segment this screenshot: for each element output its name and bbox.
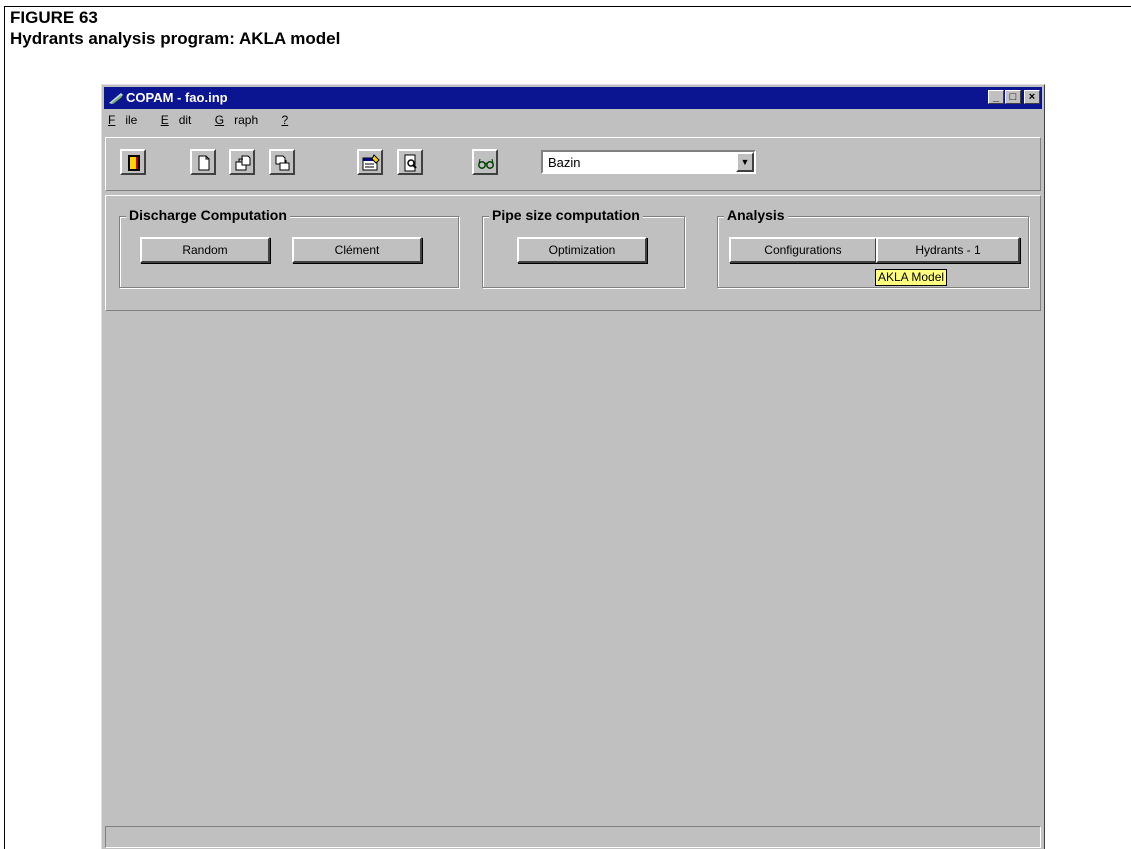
print-preview-icon (404, 154, 417, 172)
formula-select-value: Bazin (548, 155, 581, 170)
new-file-icon (198, 155, 210, 171)
optimization-button[interactable]: Optimization (517, 237, 647, 263)
configurations-button[interactable]: Configurations (729, 237, 877, 263)
random-button[interactable]: Random (140, 237, 270, 263)
minimize-button[interactable]: _ (988, 90, 1004, 104)
analysis-group: Analysis Configurations Hydrants - 1 AKL… (717, 207, 1029, 288)
clement-button[interactable]: Clément (292, 237, 422, 263)
window-title: COPAM - fao.inp (126, 90, 228, 105)
menu-help[interactable]: ? (281, 113, 308, 127)
akla-model-tooltip: AKLA Model (875, 269, 948, 286)
new-button[interactable] (190, 149, 216, 175)
title-bar[interactable]: COPAM - fao.inp _ □ × (104, 87, 1042, 109)
menu-file[interactable]: File (108, 113, 147, 127)
exit-icon (128, 155, 140, 171)
app-icon (109, 93, 123, 104)
discharge-group-title: Discharge Computation (126, 207, 290, 223)
chevron-down-icon[interactable]: ▼ (736, 152, 754, 172)
edit-data-button[interactable] (357, 149, 383, 175)
figure-number: FIGURE 63 (10, 8, 98, 27)
computation-panel: Discharge Computation Random Clément Pip… (105, 195, 1041, 311)
menu-graph[interactable]: Graph (215, 113, 268, 127)
app-window: COPAM - fao.inp _ □ × File Edit Graph ? (101, 84, 1045, 849)
pipe-size-group-title: Pipe size computation (489, 207, 643, 223)
view-results-button[interactable] (472, 149, 498, 175)
exit-button[interactable] (120, 149, 146, 175)
client-area (105, 313, 1041, 823)
open-button[interactable] (229, 149, 255, 175)
save-file-icon (275, 155, 290, 171)
open-file-icon (235, 155, 251, 171)
menu-edit[interactable]: Edit (161, 113, 202, 127)
close-button[interactable]: × (1024, 90, 1040, 104)
status-bar (105, 826, 1041, 848)
hydrants-button[interactable]: Hydrants - 1 (876, 237, 1020, 263)
glasses-icon (478, 158, 494, 169)
toolbar: Bazin ▼ (105, 137, 1041, 191)
save-button[interactable] (269, 149, 295, 175)
pipe-size-group: Pipe size computation Optimization (482, 207, 685, 288)
print-preview-button[interactable] (397, 149, 423, 175)
menu-bar: File Edit Graph ? (108, 113, 318, 131)
formula-select[interactable]: Bazin ▼ (541, 150, 756, 174)
figure-title: Hydrants analysis program: AKLA model (10, 29, 341, 48)
analysis-group-title: Analysis (724, 207, 788, 223)
maximize-button[interactable]: □ (1005, 90, 1021, 104)
edit-data-icon (362, 154, 380, 171)
discharge-group: Discharge Computation Random Clément (119, 207, 459, 288)
